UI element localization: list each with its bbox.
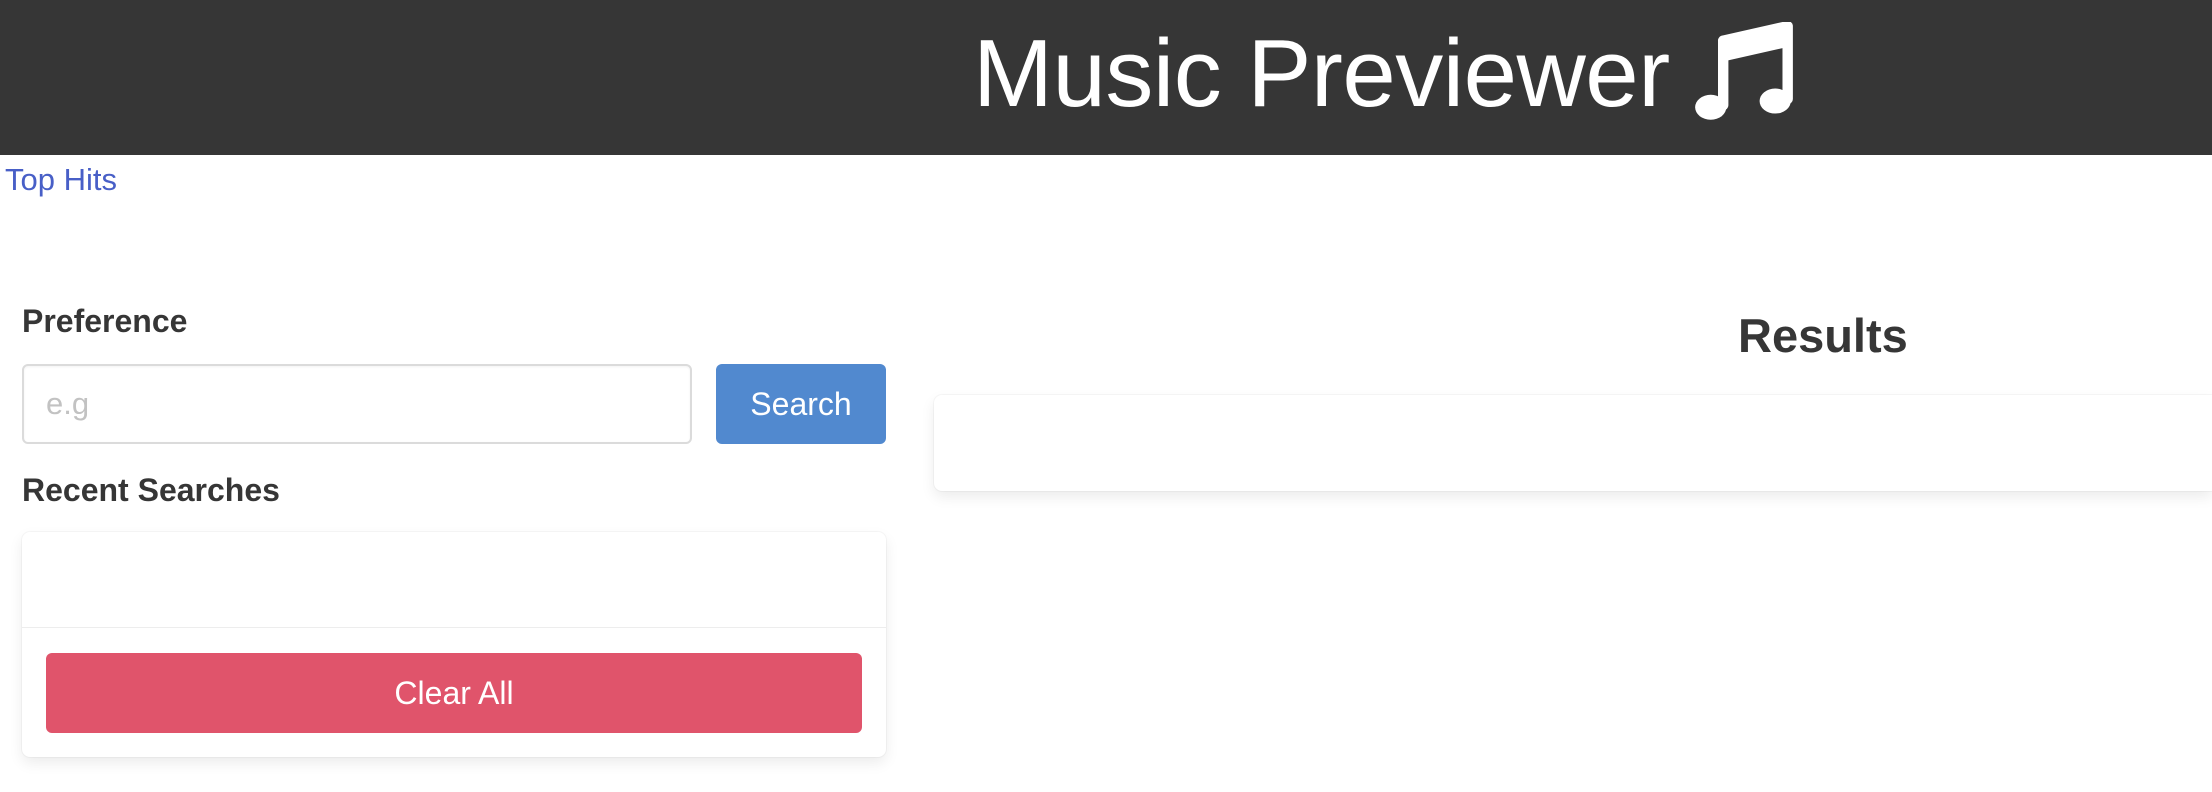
header-title-group: Music Previewer (973, 14, 1796, 134)
clear-all-button[interactable]: Clear All (46, 653, 862, 733)
recent-searches-label: Recent Searches (22, 472, 280, 508)
preference-search-input[interactable] (22, 364, 692, 444)
results-list (934, 395, 2212, 491)
recent-searches-card: Clear All (22, 532, 886, 757)
search-button[interactable]: Search (716, 364, 886, 444)
recent-searches-list (22, 532, 886, 628)
top-hits-link[interactable]: Top Hits (5, 162, 117, 198)
app-title: Music Previewer (973, 20, 1670, 127)
app-header: Music Previewer (0, 0, 2212, 155)
results-title: Results (1738, 309, 1908, 362)
music-note-icon (1694, 22, 1793, 120)
preference-label: Preference (22, 303, 188, 339)
